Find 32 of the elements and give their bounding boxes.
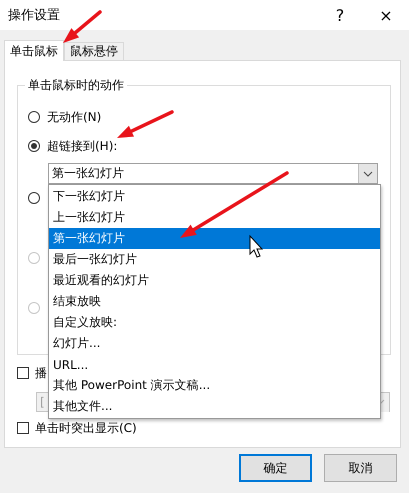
dropdown-option[interactable]: 结束放映 — [49, 291, 380, 312]
dropdown-option[interactable]: 上一张幻灯片 — [49, 207, 380, 228]
help-button[interactable]: ? — [317, 0, 363, 30]
window-title: 操作设置 — [8, 7, 61, 24]
group-legend: 单击鼠标时的动作 — [25, 77, 127, 94]
mouse-cursor-icon — [250, 234, 264, 258]
dropdown-option[interactable]: 自定义放映: — [49, 312, 380, 333]
chevron-down-icon — [363, 170, 373, 176]
dropdown-option[interactable]: 下一张幻灯片 — [49, 186, 380, 207]
close-button[interactable]: × — [363, 0, 409, 30]
radio-button[interactable] — [28, 111, 40, 123]
tab[interactable]: 鼠标悬停 — [64, 42, 124, 60]
dropdown-option[interactable]: 幻灯片... — [49, 333, 380, 354]
radio-button[interactable] — [28, 192, 40, 204]
dropdown-option[interactable]: 其他 PowerPoint 演示文稿... — [49, 375, 380, 396]
checkbox[interactable] — [17, 422, 29, 434]
checkbox-label: 单击时突出显示(C) — [35, 420, 137, 436]
checkbox-label: 播 — [35, 364, 47, 382]
cancel-button[interactable]: 取消 — [324, 454, 397, 482]
radio-button[interactable] — [28, 140, 40, 152]
dropdown-option[interactable]: 第一张幻灯片 — [49, 228, 380, 249]
dropdown-option[interactable]: 其他文件... — [49, 396, 380, 417]
radio-label: 超链接到(H): — [47, 138, 118, 154]
tab[interactable]: 单击鼠标 — [4, 40, 64, 61]
ok-button[interactable]: 确定 — [239, 454, 312, 482]
dropdown-option[interactable]: 最近观看的幻灯片 — [49, 270, 380, 291]
annotation-arrow — [63, 10, 102, 43]
dropdown-option[interactable]: URL... — [49, 354, 380, 375]
hyperlink-dropdown[interactable]: 第一张幻灯片 — [48, 163, 378, 184]
radio-label: 无动作(N) — [47, 108, 102, 126]
annotation-arrow — [117, 110, 174, 138]
dropdown-option[interactable]: 最后一张幻灯片 — [49, 249, 380, 270]
